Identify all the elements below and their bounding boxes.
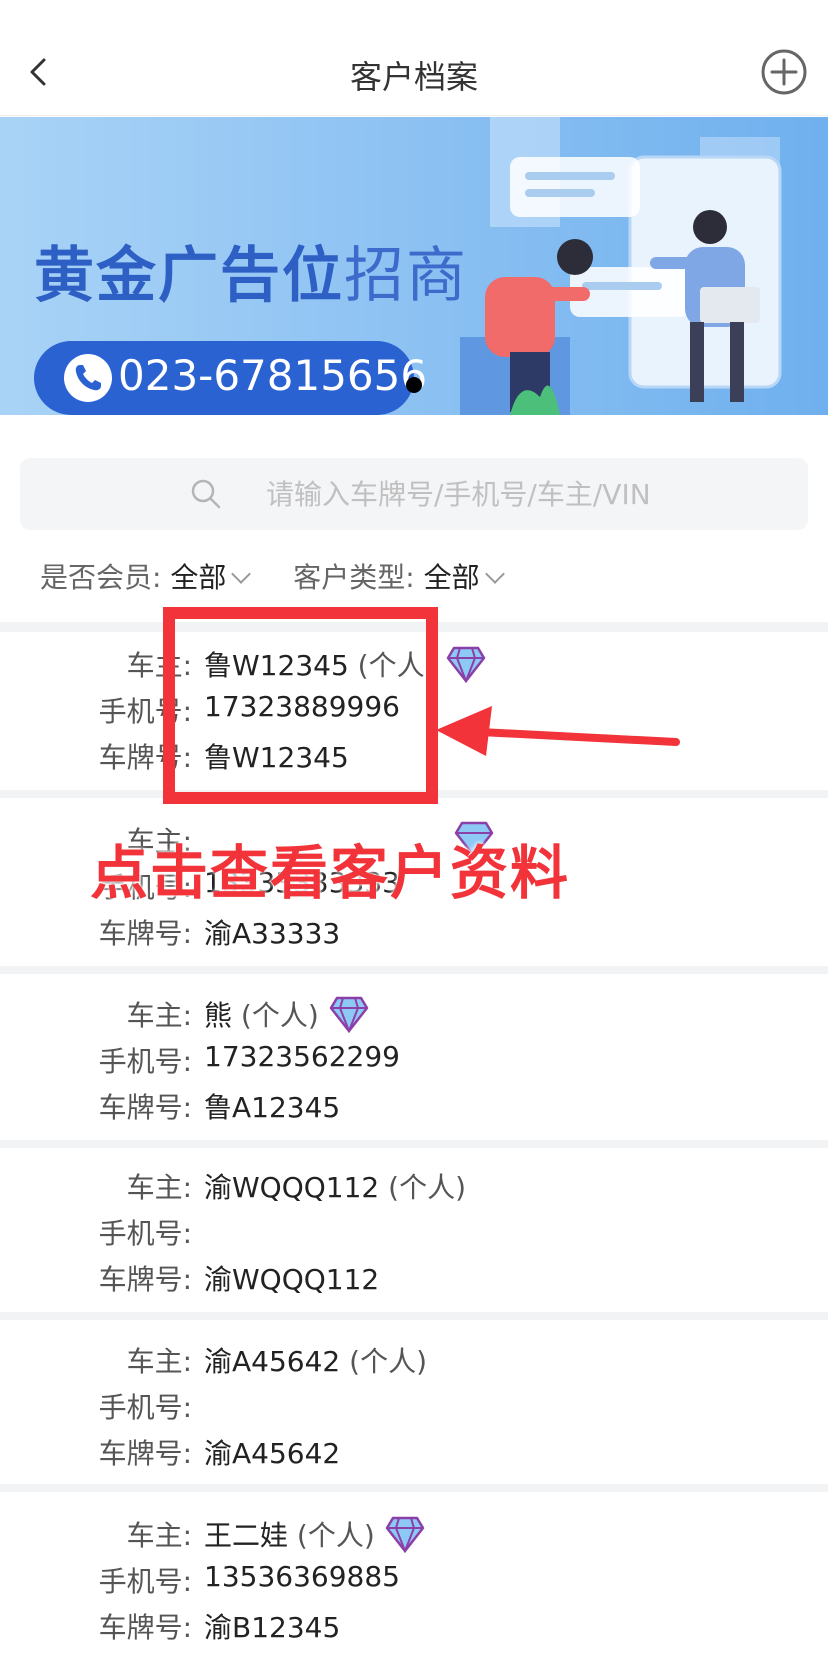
chevron-down-icon [231,564,252,584]
search-input[interactable] [266,470,786,518]
plate-value: 鲁A12345 [204,1091,341,1124]
banner-phone-number: 023-67815656 [118,351,428,400]
phone-icon [64,354,112,402]
chevron-down-icon [484,564,505,584]
top-nav-bar: 客户档案 [0,0,828,116]
plate-label: 车牌号: [98,1437,192,1470]
section-divider [0,622,828,632]
plus-circle-icon [761,49,807,95]
owner-label: 车主: [126,1345,192,1378]
owner-label: 车主: [126,1519,192,1552]
owner-name: 渝A45642 (个人) [204,1345,427,1378]
customer-list: 车主: 鲁W12345 (个人) 手机号: 17323889996 车牌号: 鲁W12… [0,632,828,1668]
phone-label: 手机号: [98,1217,192,1250]
member-filter-label: 是否会员: [40,561,162,594]
owner-name: 熊 (个人) [204,994,369,1034]
banner-headline-light: 招商 [344,241,468,311]
banner-phone-pill[interactable]: 023-67815656 [34,341,427,415]
customer-card[interactable]: 车主: 渝A45642 (个人) 手机号: 车牌号: 渝A45642 [0,1320,828,1492]
ad-banner[interactable]: 黄金广告位招商 023-67815656 [0,117,828,415]
plate-label: 车牌号: [98,917,192,950]
customer-card[interactable]: 车主: 鲁W12345 (个人) 手机号: 17323889996 车牌号: 鲁W12… [0,632,828,798]
phone-label: 手机号: [98,695,192,728]
filter-bar: 是否会员: 全部 客户类型: 全部 [40,556,538,596]
plate-value: 鲁W12345 [204,741,349,774]
search-icon [191,479,221,509]
banner-headline-bold: 黄金广告位 [34,241,344,311]
customer-type-filter-value: 全部 [423,561,480,594]
banner-headline: 黄金广告位招商 [34,227,468,314]
banner-pager-dot [406,377,422,393]
phone-label: 手机号: [98,1045,192,1078]
plate-label: 车牌号: [98,1091,192,1124]
vip-diamond-icon [329,996,369,1033]
phone-label: 手机号: [98,1565,192,1598]
phone-label: 手机号: [98,1391,192,1424]
phone-value: 17323889996 [204,690,400,723]
owner-name: 渝WQQQ112 (个人) [204,1171,467,1204]
add-customer-button[interactable] [760,48,808,96]
owner-label: 车主: [126,649,192,682]
customer-card[interactable]: 车主: 王二娃 (个人) 手机号: 13536369885 车牌号: 渝B12345 [0,1492,828,1668]
owner-label: 车主: [126,999,192,1032]
plate-value: 渝B12345 [204,1611,341,1644]
plate-label: 车牌号: [98,1611,192,1644]
plate-label: 车牌号: [98,741,192,774]
customer-card[interactable]: 车主: 渝WQQQ112 (个人) 手机号: 车牌号: 渝WQQQ112 [0,1148,828,1320]
vip-diamond-icon [385,1516,425,1553]
plate-label: 车牌号: [98,1263,192,1296]
customer-type-filter-label: 客户类型: [293,561,415,594]
owner-name: 鲁W12345 (个人) [204,644,486,684]
plate-value: 渝A45642 [204,1437,341,1470]
plate-value: 渝WQQQ112 [204,1263,380,1296]
search-bar[interactable] [20,458,808,530]
page-title: 客户档案 [349,58,478,96]
owner-label: 车主: [126,1171,192,1204]
phone-value: 17323562299 [204,1040,400,1073]
owner-name: 王二娃 (个人) [204,1514,425,1554]
member-filter[interactable]: 是否会员: 全部 [40,556,252,596]
plate-value: 渝A33333 [204,917,341,950]
customer-type-filter[interactable]: 客户类型: 全部 [293,556,505,596]
customer-card[interactable]: 车主: 熊 (个人) 手机号: 17323562299 车牌号: 鲁A12345 [0,974,828,1148]
annotation-caption: 点击查看客户资料 [90,839,571,907]
vip-diamond-icon [446,646,485,683]
member-filter-value: 全部 [170,561,227,594]
phone-value: 13536369885 [204,1560,400,1593]
